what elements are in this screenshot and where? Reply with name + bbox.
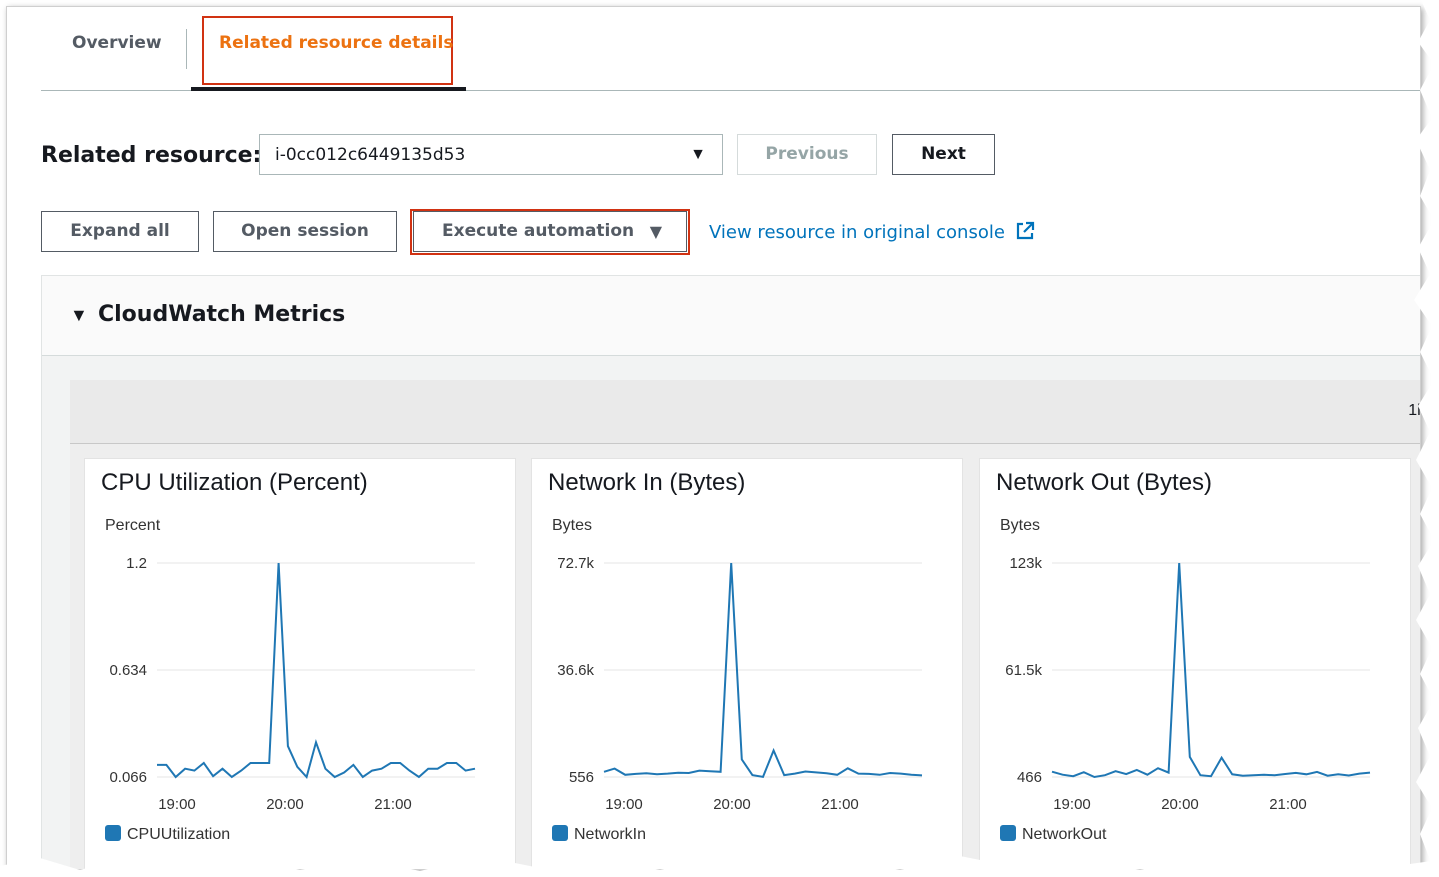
external-link-icon bbox=[1016, 221, 1034, 240]
tab-divider bbox=[186, 29, 187, 69]
open-session-button[interactable]: Open session bbox=[213, 211, 397, 252]
resource-details-page: Overview Related resource details Relate… bbox=[6, 6, 1421, 870]
related-resource-select[interactable]: i-0cc012c6449135d53 ▼ bbox=[259, 134, 723, 175]
previous-button[interactable]: Previous bbox=[737, 134, 877, 175]
y-tick-label: 0.066 bbox=[109, 769, 147, 786]
panel-title: CloudWatch Metrics bbox=[98, 302, 346, 327]
cpu-utilization-chart: 1.2 0.634 0.066 19:00 20:00 21:00 bbox=[109, 555, 476, 809]
legend-label: CPUUtilization bbox=[127, 826, 231, 843]
legend-swatch bbox=[105, 825, 121, 841]
y-tick-label: 61.5k bbox=[1005, 662, 1042, 679]
chart-legend[interactable]: NetworkOut bbox=[1000, 825, 1106, 844]
network-in-card: Network In (Bytes) Bytes 72.7k 36.6k 556 19… bbox=[531, 458, 963, 869]
x-tick-label: 20:00 bbox=[266, 796, 304, 809]
legend-label: NetworkIn bbox=[574, 826, 647, 843]
x-tick-label: 21:00 bbox=[821, 796, 859, 809]
x-tick-label: 20:00 bbox=[713, 796, 751, 809]
related-resource-value: i-0cc012c6449135d53 bbox=[275, 145, 466, 165]
caret-down-icon: ▼ bbox=[649, 222, 662, 241]
cloudwatch-metrics-header[interactable]: ▼ CloudWatch Metrics bbox=[42, 276, 1420, 356]
metrics-toolbar: 1h bbox=[70, 380, 1420, 444]
x-tick-label: 19:00 bbox=[1053, 796, 1091, 809]
chart-legend[interactable]: NetworkIn bbox=[552, 825, 646, 844]
metrics-area: 1h CPU Utilization (Percent) Percent 1.2… bbox=[70, 380, 1420, 869]
caret-down-icon: ▼ bbox=[690, 146, 706, 163]
tab-overview[interactable]: Overview bbox=[72, 33, 162, 53]
chart-title: CPU Utilization (Percent) bbox=[101, 469, 368, 496]
expand-all-button[interactable]: Expand all bbox=[41, 211, 199, 252]
chart-title: Network In (Bytes) bbox=[548, 469, 746, 496]
x-tick-label: 19:00 bbox=[605, 796, 643, 809]
legend-swatch bbox=[1000, 825, 1016, 841]
network-out-card: Network Out (Bytes) Bytes 123k 61.5k 466 19… bbox=[979, 458, 1411, 869]
tab-related-resource-details[interactable]: Related resource details bbox=[219, 33, 453, 53]
tab-bar: Overview Related resource details bbox=[41, 7, 1420, 91]
network-in-chart: 72.7k 36.6k 556 19:00 20:00 21:00 bbox=[557, 555, 923, 809]
chart-y-label: Percent bbox=[105, 517, 161, 534]
view-resource-console-link[interactable]: View resource in original console bbox=[709, 221, 1035, 243]
time-range-option[interactable]: 1h bbox=[1408, 402, 1420, 420]
y-tick-label: 123k bbox=[1009, 555, 1042, 572]
y-tick-label: 0.634 bbox=[109, 662, 147, 679]
chart-y-label: Bytes bbox=[552, 517, 593, 534]
legend-swatch bbox=[552, 825, 568, 841]
legend-label: NetworkOut bbox=[1022, 826, 1107, 843]
x-tick-label: 21:00 bbox=[1269, 796, 1307, 809]
x-tick-label: 19:00 bbox=[158, 796, 196, 809]
execute-automation-label: Execute automation bbox=[442, 221, 635, 241]
chart-y-label: Bytes bbox=[1000, 517, 1041, 534]
view-resource-console-label: View resource in original console bbox=[709, 222, 1005, 243]
cpu-utilization-card: CPU Utilization (Percent) Percent 1.2 0.6… bbox=[84, 458, 516, 869]
x-tick-label: 20:00 bbox=[1161, 796, 1199, 809]
cloudwatch-metrics-panel: ▼ CloudWatch Metrics 1h CPU Utilization … bbox=[41, 275, 1420, 869]
y-tick-label: 1.2 bbox=[126, 555, 147, 572]
y-tick-label: 556 bbox=[569, 769, 594, 786]
chart-legend[interactable]: CPUUtilization bbox=[105, 825, 230, 844]
related-resource-label: Related resource: bbox=[41, 143, 262, 168]
x-tick-label: 21:00 bbox=[374, 796, 412, 809]
y-tick-label: 36.6k bbox=[557, 662, 594, 679]
caret-down-icon: ▼ bbox=[70, 305, 88, 325]
next-button[interactable]: Next bbox=[892, 134, 995, 175]
active-tab-indicator bbox=[191, 87, 466, 91]
y-tick-label: 466 bbox=[1017, 769, 1042, 786]
chart-title: Network Out (Bytes) bbox=[996, 469, 1213, 496]
network-out-chart: 123k 61.5k 466 19:00 20:00 21:00 bbox=[1005, 555, 1371, 809]
y-tick-label: 72.7k bbox=[557, 555, 594, 572]
execute-automation-button[interactable]: Execute automation ▼ bbox=[413, 211, 687, 252]
